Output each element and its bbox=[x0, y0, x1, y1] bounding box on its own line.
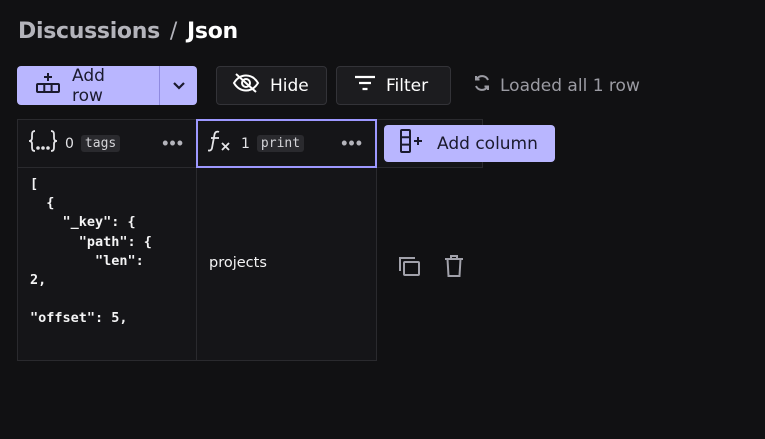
breadcrumb: Discussions / Json bbox=[18, 19, 238, 44]
column-tags: 0 tags ••• [ { "_key": { "path": { "len"… bbox=[17, 119, 197, 361]
add-column-label: Add column bbox=[437, 133, 538, 154]
column-print: 1 print ••• projects bbox=[196, 119, 377, 361]
column-index: 1 bbox=[241, 135, 250, 152]
column-menu-icon[interactable]: ••• bbox=[162, 133, 184, 154]
toolbar: Add row Hide Filter Loaded all 1 row bbox=[17, 65, 640, 106]
duplicate-row-icon[interactable] bbox=[397, 254, 421, 278]
add-column-button[interactable]: Add column bbox=[384, 125, 555, 162]
breadcrumb-separator: / bbox=[169, 19, 178, 44]
hide-label: Hide bbox=[270, 75, 309, 96]
filter-icon bbox=[354, 74, 376, 97]
add-row-dropdown-button[interactable] bbox=[159, 66, 197, 105]
load-status: Loaded all 1 row bbox=[473, 74, 640, 97]
formula-icon bbox=[207, 129, 234, 158]
column-name: print bbox=[256, 135, 305, 152]
add-row-icon bbox=[34, 71, 62, 100]
column-header-tags[interactable]: 0 tags ••• bbox=[17, 119, 197, 168]
chevron-down-icon bbox=[172, 76, 186, 96]
breadcrumb-parent[interactable]: Discussions bbox=[18, 19, 160, 44]
filter-label: Filter bbox=[386, 75, 429, 96]
add-row-label: Add row bbox=[72, 65, 105, 106]
hide-button[interactable]: Hide bbox=[216, 66, 327, 105]
row-actions bbox=[397, 254, 466, 278]
column-index: 0 bbox=[65, 135, 74, 152]
status-text: Loaded all 1 row bbox=[500, 75, 640, 96]
delete-row-icon[interactable] bbox=[442, 254, 466, 278]
filter-button[interactable]: Filter bbox=[336, 66, 451, 105]
column-header-print[interactable]: 1 print ••• bbox=[196, 119, 377, 168]
refresh-icon bbox=[473, 74, 491, 97]
column-menu-icon[interactable]: ••• bbox=[341, 133, 363, 154]
table-cell[interactable]: [ { "_key": { "path": { "len": 2, "offse… bbox=[17, 168, 197, 361]
json-braces-icon bbox=[28, 129, 58, 158]
table-cell[interactable]: projects bbox=[196, 168, 377, 361]
add-row-button[interactable]: Add row bbox=[17, 65, 159, 106]
eye-off-icon bbox=[232, 72, 260, 99]
json-cell-value: [ { "_key": { "path": { "len": 2, "offse… bbox=[30, 176, 152, 327]
column-name: tags bbox=[80, 135, 121, 152]
print-cell-value: projects bbox=[209, 255, 267, 271]
page-title: Json bbox=[187, 19, 238, 44]
add-column-icon bbox=[398, 128, 426, 159]
